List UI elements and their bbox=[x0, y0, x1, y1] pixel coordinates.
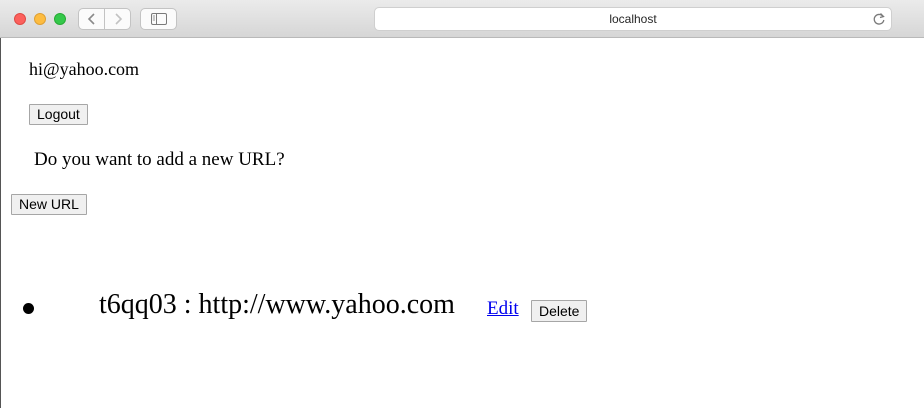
browser-toolbar: localhost bbox=[0, 0, 924, 38]
new-url-button[interactable]: New URL bbox=[11, 194, 87, 215]
user-email: hi@yahoo.com bbox=[29, 59, 140, 79]
url-entry-text: t6qq03 : http://www.yahoo.com bbox=[99, 289, 455, 320]
chevron-right-icon bbox=[114, 13, 122, 25]
sidebar-toggle-button[interactable] bbox=[140, 8, 177, 30]
minimize-window-button[interactable] bbox=[34, 13, 46, 25]
logout-button[interactable]: Logout bbox=[29, 104, 88, 125]
reload-icon[interactable] bbox=[872, 12, 886, 26]
bullet-marker bbox=[23, 303, 34, 314]
address-bar[interactable]: localhost bbox=[374, 7, 892, 31]
address-text: localhost bbox=[609, 12, 657, 26]
close-window-button[interactable] bbox=[14, 13, 26, 25]
forward-button[interactable] bbox=[104, 9, 130, 29]
add-url-prompt: Do you want to add a new URL? bbox=[34, 149, 285, 170]
chevron-left-icon bbox=[87, 13, 95, 25]
back-button[interactable] bbox=[79, 9, 104, 29]
delete-button[interactable]: Delete bbox=[531, 300, 588, 322]
zoom-window-button[interactable] bbox=[54, 13, 66, 25]
sidebar-icon bbox=[150, 13, 167, 25]
history-nav-group bbox=[78, 8, 131, 30]
edit-link[interactable]: Edit bbox=[487, 298, 519, 320]
window-edge bbox=[0, 38, 1, 408]
